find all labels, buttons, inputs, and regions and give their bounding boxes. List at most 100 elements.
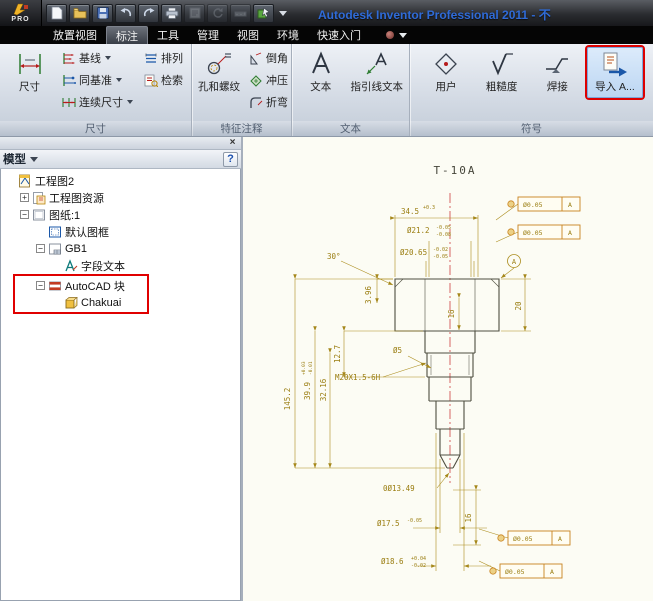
tree-item-sheet-1[interactable]: − 图纸:1 (1, 206, 240, 223)
bend-note-label: 折弯 (266, 94, 288, 110)
text-button[interactable]: 文本 (296, 47, 346, 98)
print-icon (165, 7, 179, 19)
tree-expander[interactable]: + (20, 193, 29, 202)
retrieve-dimensions-label: 检索 (161, 72, 183, 88)
same-datum-dimension-button[interactable]: 同基准 (58, 69, 137, 91)
punch-note-button[interactable]: 冲压 (245, 69, 292, 91)
ribbon-tab-bar: 放置视图 标注 工具 管理 视图 环境 快速入门 (0, 26, 653, 44)
panel-label-feature-notes[interactable]: 特征注释 (192, 121, 291, 136)
import-icon (601, 51, 629, 77)
qat-customize-caret-icon[interactable] (279, 11, 287, 16)
tree-item-block-chakuai[interactable]: Chakuai (15, 294, 147, 311)
weld-symbol-button[interactable]: 焊接 (531, 47, 583, 98)
arrange-dimensions-button[interactable]: 排列 (140, 47, 187, 69)
svg-text:Ø20.65: Ø20.65 (400, 248, 427, 257)
tree-expander[interactable]: − (36, 281, 45, 290)
tree-item-field-text[interactable]: 字段文本 (1, 257, 240, 274)
panel-label-symbols[interactable]: 符号 (410, 121, 653, 136)
measure-icon (234, 8, 247, 19)
app-button-label: PRO (11, 16, 29, 23)
model-browser-panel: × 模型 ? 工程图2 + 工程图资源 − (0, 137, 243, 601)
open-button[interactable] (69, 4, 90, 23)
tree-expander[interactable]: − (36, 244, 45, 253)
import-autocad-annotations-button[interactable]: 导入 A... (587, 47, 643, 98)
measure-button[interactable] (230, 4, 251, 23)
svg-text:20: 20 (514, 301, 523, 311)
ribbon-appearance-icon[interactable] (386, 31, 394, 39)
save-icon (97, 7, 109, 19)
undo-button[interactable] (115, 4, 136, 23)
panel-feature-notes: 孔和螺纹 倒角 冲压 折弯 特征注释 (192, 44, 292, 136)
user-symbol-button[interactable]: 用户 (420, 47, 472, 98)
tab-environments[interactable]: 环境 (268, 26, 308, 44)
retrieve-dimensions-icon (144, 74, 158, 87)
dropdown-caret-icon[interactable] (105, 56, 111, 60)
drawing-document-icon (18, 174, 32, 188)
block-instance-icon (64, 296, 78, 310)
arrange-dimensions-label: 排列 (161, 50, 183, 66)
same-datum-dimension-label: 同基准 (79, 72, 112, 88)
svg-text:A: A (558, 535, 562, 543)
chamfer-note-button[interactable]: 倒角 (245, 47, 292, 69)
browser-tree: 工程图2 + 工程图资源 − 图纸:1 默认图框 (0, 169, 241, 601)
print-button[interactable] (161, 4, 182, 23)
annotation-highlight-box: − AutoCAD 块 Chakuai (13, 274, 149, 314)
svg-text:0Ø13.49: 0Ø13.49 (383, 484, 415, 493)
tab-view[interactable]: 视图 (228, 26, 268, 44)
title-bar: PRO (0, 0, 653, 26)
dropdown-caret-icon[interactable] (127, 100, 133, 104)
panel-label-text: 符号 (521, 121, 542, 136)
main-area: × 模型 ? 工程图2 + 工程图资源 − (0, 137, 653, 601)
svg-text:M20X1.5-6H: M20X1.5-6H (335, 373, 381, 382)
drawing-canvas[interactable]: T-10A (243, 137, 653, 601)
update-button[interactable] (207, 4, 228, 23)
ribbon-minimize-caret-icon[interactable] (399, 33, 407, 38)
inventor-logo-icon (12, 3, 30, 16)
tab-annotate[interactable]: 标注 (106, 26, 148, 44)
dimension-button[interactable]: 尺寸 (4, 47, 55, 98)
panel-label-text[interactable]: 文本 (292, 121, 409, 136)
import-button-label: 导入 A... (595, 79, 635, 94)
bend-note-button[interactable]: 折弯 (245, 91, 292, 113)
surface-texture-button[interactable]: 粗糙度 (476, 47, 528, 98)
svg-text:Ø18.6: Ø18.6 (381, 557, 404, 566)
tree-item-default-border[interactable]: 默认图框 (1, 223, 240, 240)
dropdown-caret-icon[interactable] (116, 78, 122, 82)
leader-text-button[interactable]: 指引线文本 (349, 47, 406, 98)
tree-item-drawing-root[interactable]: 工程图2 (1, 172, 240, 189)
application-menu-button[interactable]: PRO (0, 0, 42, 26)
tree-item-autocad-block[interactable]: − AutoCAD 块 (15, 277, 147, 294)
tree-expander[interactable]: − (20, 210, 29, 219)
tree-item-title-block-gb1[interactable]: − GB1 (1, 240, 240, 257)
tree-item-drawing-resources[interactable]: + 工程图资源 (1, 189, 240, 206)
browser-menu-caret-icon[interactable] (30, 157, 38, 162)
new-file-button[interactable] (46, 4, 67, 23)
panel-label-text: 特征注释 (221, 121, 263, 136)
tab-get-started[interactable]: 快速入门 (308, 26, 370, 44)
iproperties-button[interactable] (184, 4, 205, 23)
tab-place-views[interactable]: 放置视图 (44, 26, 106, 44)
svg-text:39.9: 39.9 (303, 382, 312, 400)
hole-thread-notes-button[interactable]: 孔和螺纹 (196, 47, 242, 98)
select-filter-button[interactable] (253, 4, 274, 23)
dimension-texts: 34.5 +0.3 Ø21.2 -0.05 -0.08 Ø20.65 -0.02… (283, 205, 523, 569)
svg-text:Ø0.05: Ø0.05 (513, 535, 533, 543)
tab-label: 环境 (277, 27, 299, 43)
tab-tools[interactable]: 工具 (148, 26, 188, 44)
user-symbol-label: 用户 (436, 79, 457, 94)
same-datum-dimension-icon (62, 74, 76, 87)
tab-manage[interactable]: 管理 (188, 26, 228, 44)
svg-text:Ø0.05: Ø0.05 (523, 229, 543, 237)
quick-access-toolbar (46, 4, 290, 23)
close-browser-button[interactable]: × (226, 138, 239, 149)
redo-button[interactable] (138, 4, 159, 23)
sheet-icon (32, 208, 46, 222)
help-button[interactable]: ? (223, 152, 238, 167)
svg-text:-0.08: -0.08 (436, 232, 451, 238)
baseline-dimension-button[interactable]: 基线 (58, 47, 137, 69)
panel-label-dimension[interactable]: 尺寸 (0, 121, 191, 136)
chain-dimension-button[interactable]: 连续尺寸 (58, 91, 137, 113)
retrieve-dimensions-button[interactable]: 检索 (140, 69, 187, 91)
save-button[interactable] (92, 4, 113, 23)
part-outline (395, 279, 499, 468)
